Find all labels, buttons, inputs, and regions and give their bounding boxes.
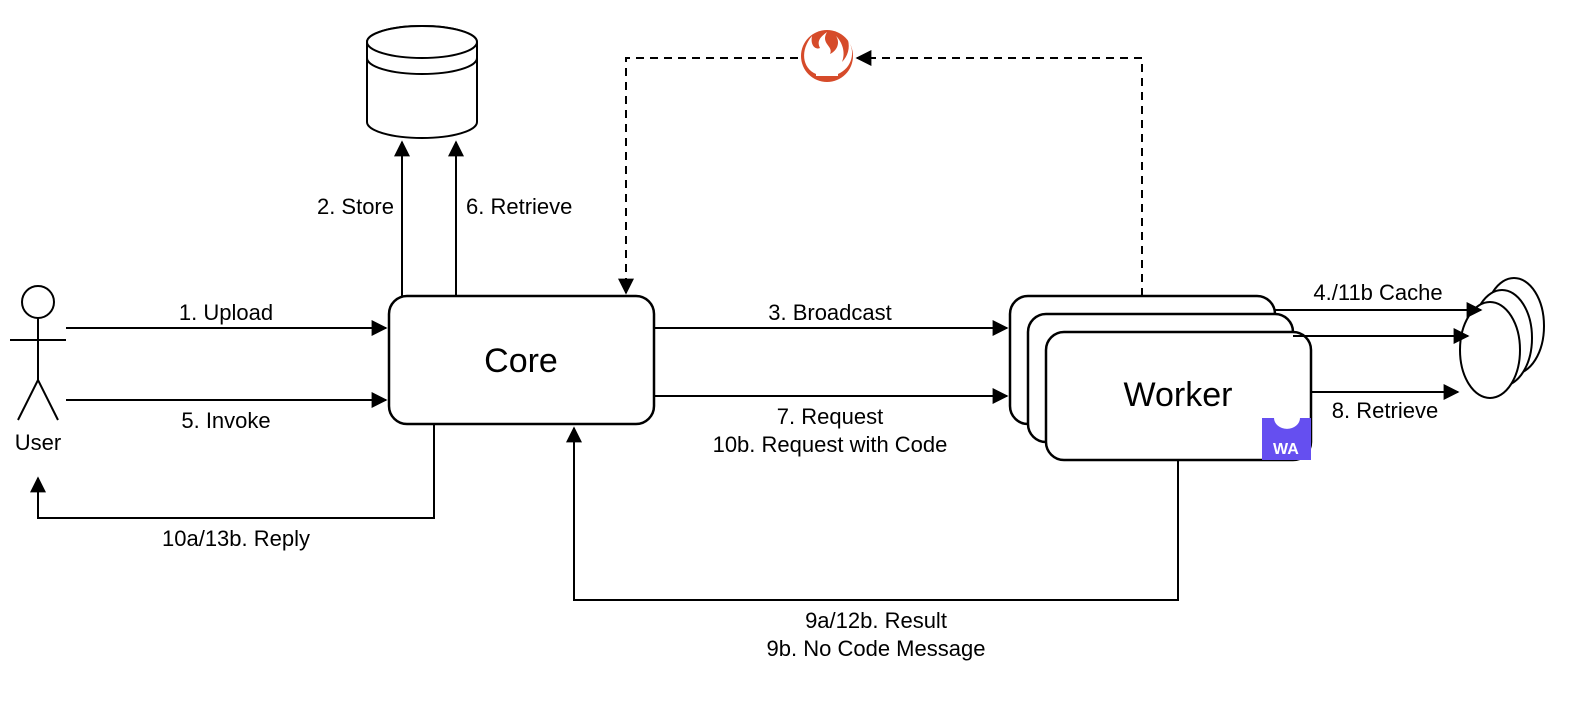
- edge-retrieve6-label: 6. Retrieve: [466, 194, 572, 219]
- edge-metrics-flame-core: [626, 58, 798, 293]
- cache-node: [1460, 278, 1544, 398]
- architecture-diagram: User Core Worker WA 1. Upload: [0, 0, 1578, 704]
- edge-request-label: 7. Request: [777, 404, 883, 429]
- edge-upload-label: 1. Upload: [179, 300, 273, 325]
- worker-node: Worker WA: [1010, 296, 1311, 460]
- user-label: User: [15, 430, 61, 455]
- edge-nocode-label: 9b. No Code Message: [767, 636, 986, 661]
- edge-reply-label: 10a/13b. Reply: [162, 526, 310, 551]
- edge-result-label: 9a/12b. Result: [805, 608, 947, 633]
- edge-reply: [38, 424, 434, 518]
- database-node: [367, 26, 477, 138]
- core-label: Core: [484, 342, 558, 380]
- edge-metrics-worker-flame: [857, 58, 1142, 296]
- edge-store-label: 2. Store: [317, 194, 394, 219]
- edge-retrieve8-label: 8. Retrieve: [1332, 398, 1438, 423]
- wa-badge-text: WA: [1273, 441, 1299, 458]
- edge-invoke-label: 5. Invoke: [181, 408, 270, 433]
- worker-label: Worker: [1124, 376, 1233, 414]
- core-node: Core: [389, 296, 654, 424]
- user-node: User: [10, 286, 66, 455]
- edge-reqcode-label: 10b. Request with Code: [713, 432, 948, 457]
- edge-broadcast-label: 3. Broadcast: [768, 300, 892, 325]
- edge-cache-label: 4./11b Cache: [1313, 280, 1442, 305]
- flame-icon: [801, 30, 853, 82]
